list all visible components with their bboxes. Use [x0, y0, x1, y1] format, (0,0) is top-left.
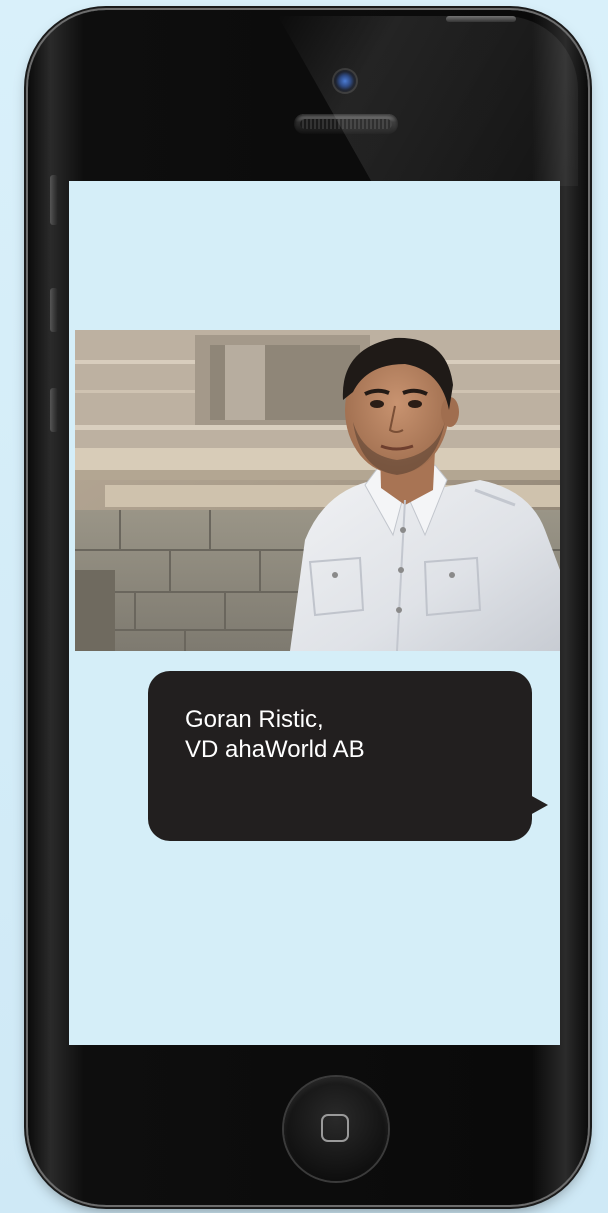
home-button[interactable]: [284, 1077, 388, 1181]
power-button[interactable]: [446, 16, 516, 22]
caption-speech-bubble: Goran Ristic, VD ahaWorld AB: [148, 671, 548, 841]
caption-name: Goran Ristic,: [185, 706, 324, 733]
home-button-square-icon: [321, 1114, 349, 1142]
portrait-photo-graphic: [75, 330, 560, 651]
phone-screen: Goran Ristic, VD ahaWorld AB: [69, 181, 560, 1045]
portrait-photo: [75, 330, 560, 651]
mute-switch[interactable]: [50, 175, 58, 225]
volume-up-button[interactable]: [50, 288, 58, 332]
caption-text: Goran Ristic, VD ahaWorld AB: [185, 705, 365, 765]
caption-title: VD ahaWorld AB: [185, 736, 365, 763]
stage: Goran Ristic, VD ahaWorld AB: [0, 0, 608, 1213]
volume-down-button[interactable]: [50, 388, 58, 432]
front-camera-icon: [334, 70, 356, 92]
earpiece-speaker-icon: [294, 114, 398, 134]
